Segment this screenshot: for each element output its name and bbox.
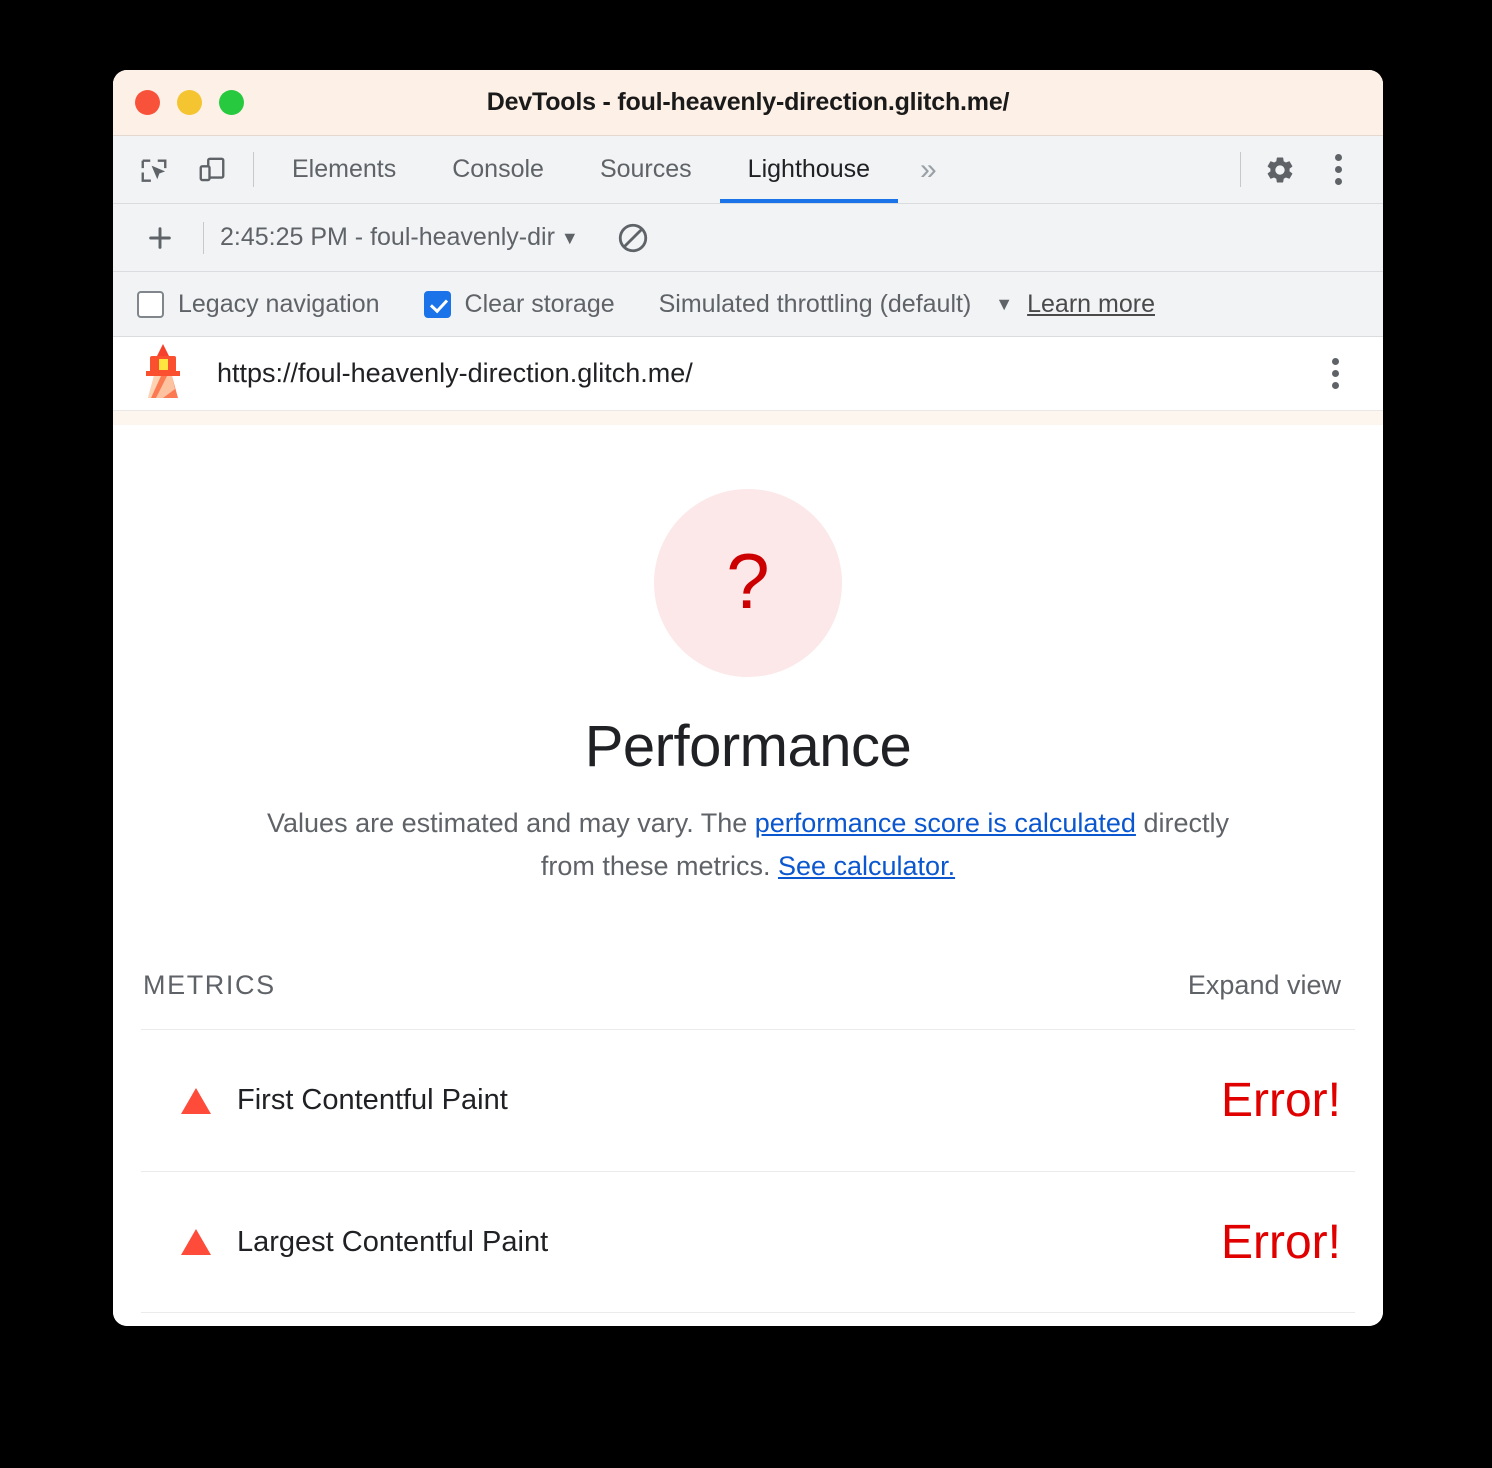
metric-value: Error! xyxy=(1221,1215,1341,1269)
category-title: Performance xyxy=(584,714,912,779)
metric-name: First Contentful Paint xyxy=(237,1084,508,1117)
inspect-element-icon[interactable] xyxy=(125,136,183,203)
toolbar-divider xyxy=(253,152,254,187)
expand-view-toggle[interactable]: Expand view xyxy=(1188,970,1341,1001)
minimize-window-button[interactable] xyxy=(177,90,202,115)
more-options-icon[interactable] xyxy=(1309,136,1367,203)
fail-triangle-icon xyxy=(181,1087,211,1114)
tab-sources-label: Sources xyxy=(599,155,692,183)
chevron-down-icon: ▼ xyxy=(560,227,579,248)
lighthouse-logo-icon xyxy=(141,343,199,404)
close-window-button[interactable] xyxy=(135,90,160,115)
score-gauge-wrapper: ? xyxy=(141,425,1355,677)
clear-storage-label: Clear storage xyxy=(464,289,615,318)
table-row[interactable]: Largest Contentful Paint Error! xyxy=(141,1171,1355,1314)
tab-sources[interactable]: Sources xyxy=(572,136,720,203)
toolbar-divider-right xyxy=(1240,152,1241,187)
table-row[interactable]: First Contentful Paint Error! xyxy=(141,1029,1355,1171)
tab-console-label: Console xyxy=(452,155,544,183)
lighthouse-report: ? Performance Values are estimated and m… xyxy=(113,425,1383,1326)
performance-score-gauge[interactable]: ? xyxy=(654,489,842,677)
tab-elements[interactable]: Elements xyxy=(264,136,424,203)
see-calculator-link[interactable]: See calculator. xyxy=(778,851,955,881)
devtools-window: DevTools - foul-heavenly-direction.glitc… xyxy=(113,70,1383,1326)
learn-more-link[interactable]: Learn more xyxy=(1027,290,1155,319)
throttling-label: Simulated throttling (default) xyxy=(658,289,972,318)
devtools-tabbar-right xyxy=(1228,136,1383,203)
metric-value: Error! xyxy=(1221,1074,1341,1128)
devtools-tab-list: Elements Console Sources Lighthouse xyxy=(264,136,899,203)
report-url: https://foul-heavenly-direction.glitch.m… xyxy=(217,358,693,388)
metrics-header: METRICS xyxy=(143,970,276,1001)
report-top-band xyxy=(113,411,1383,425)
more-tabs-label: » xyxy=(920,152,937,186)
window-titlebar: DevTools - foul-heavenly-direction.glitc… xyxy=(113,70,1383,136)
score-value: ? xyxy=(726,537,770,625)
legacy-navigation-checkbox[interactable] xyxy=(137,290,164,318)
run-toolbar-divider xyxy=(203,221,204,254)
fail-triangle-icon xyxy=(181,1229,211,1256)
devtools-tabbar: Elements Console Sources Lighthouse » xyxy=(113,136,1383,204)
lighthouse-options-row: Legacy navigation Clear storage Simulate… xyxy=(113,272,1383,337)
maximize-window-button[interactable] xyxy=(219,90,244,115)
more-tabs-icon[interactable]: » xyxy=(898,136,959,203)
category-description: Values are estimated and may vary. The p… xyxy=(248,802,1248,888)
lighthouse-run-toolbar: 2:45:25 PM - foul-heavenly-dir ▼ xyxy=(113,204,1383,272)
window-title: DevTools - foul-heavenly-direction.glitc… xyxy=(486,88,1010,116)
tab-lighthouse-label: Lighthouse xyxy=(747,155,870,183)
metric-name: Largest Contentful Paint xyxy=(237,1225,549,1258)
tab-elements-label: Elements xyxy=(292,155,397,183)
throttling-select[interactable]: Simulated throttling (default) xyxy=(659,290,972,319)
report-more-options-icon[interactable] xyxy=(1311,350,1359,398)
report-select[interactable]: 2:45:25 PM - foul-heavenly-dir ▼ xyxy=(220,223,579,252)
metrics-header-row: METRICS Expand view xyxy=(141,970,1355,1001)
throttling-chevron-down-icon[interactable]: ▼ xyxy=(995,294,1013,315)
legacy-navigation-label: Legacy navigation xyxy=(178,289,380,318)
tab-lighthouse[interactable]: Lighthouse xyxy=(719,136,899,203)
report-select-value: 2:45:25 PM - foul-heavenly-dir xyxy=(220,223,555,251)
kebab-dots xyxy=(1334,154,1342,185)
description-text-before: Values are estimated and may vary. The xyxy=(267,808,755,838)
performance-score-link[interactable]: performance score is calculated xyxy=(755,808,1136,838)
report-url-bar: https://foul-heavenly-direction.glitch.m… xyxy=(113,337,1383,411)
window-traffic-lights[interactable] xyxy=(135,90,244,115)
new-report-button[interactable] xyxy=(133,211,187,265)
legacy-navigation-option[interactable]: Legacy navigation xyxy=(137,290,380,319)
clear-storage-checkbox[interactable] xyxy=(423,290,451,318)
metrics-list: First Contentful Paint Error! Largest Co… xyxy=(141,1029,1355,1314)
device-toolbar-icon[interactable] xyxy=(183,136,241,203)
clear-reports-button[interactable] xyxy=(609,214,657,262)
clear-storage-option[interactable]: Clear storage xyxy=(423,289,615,319)
tab-console[interactable]: Console xyxy=(424,136,572,203)
screenshot-root: DevTools - foul-heavenly-direction.glitc… xyxy=(0,0,1492,1468)
report-kebab-dots xyxy=(1331,358,1339,389)
settings-gear-icon[interactable] xyxy=(1251,136,1309,203)
